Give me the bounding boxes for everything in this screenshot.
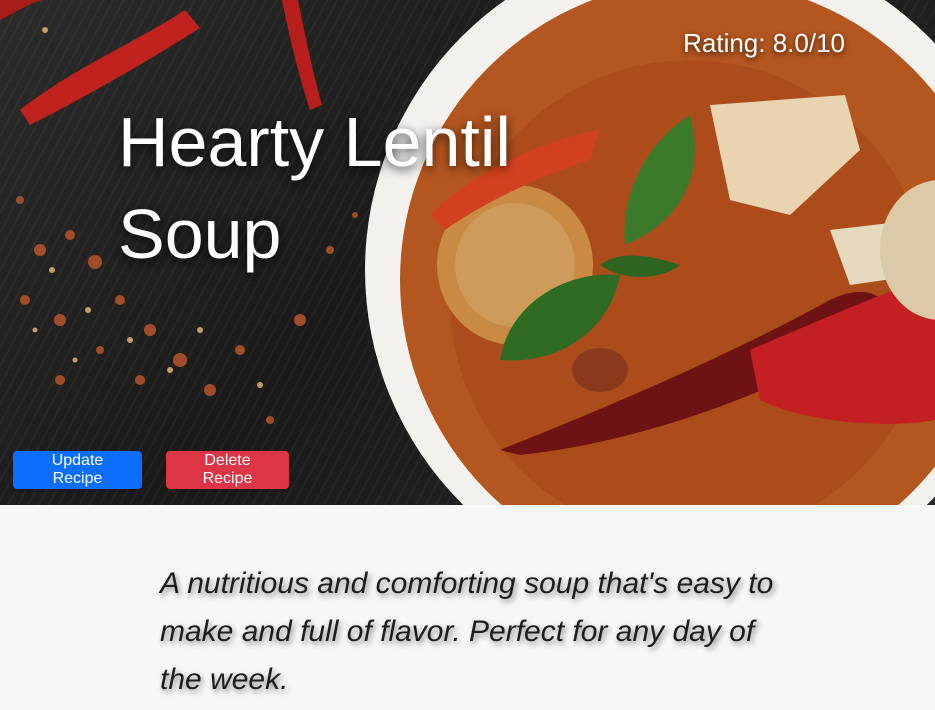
recipe-description: A nutritious and comforting soup that's … bbox=[160, 567, 774, 696]
recipe-title: Hearty Lentil Soup bbox=[118, 103, 511, 273]
rating-label: Rating: 8.0/10 bbox=[683, 28, 845, 58]
hero-banner: Rating: 8.0/10 Hearty Lentil Soup Update… bbox=[0, 0, 935, 505]
update-recipe-button[interactable]: Update Recipe bbox=[13, 451, 142, 489]
delete-recipe-button[interactable]: Delete Recipe bbox=[166, 451, 289, 489]
